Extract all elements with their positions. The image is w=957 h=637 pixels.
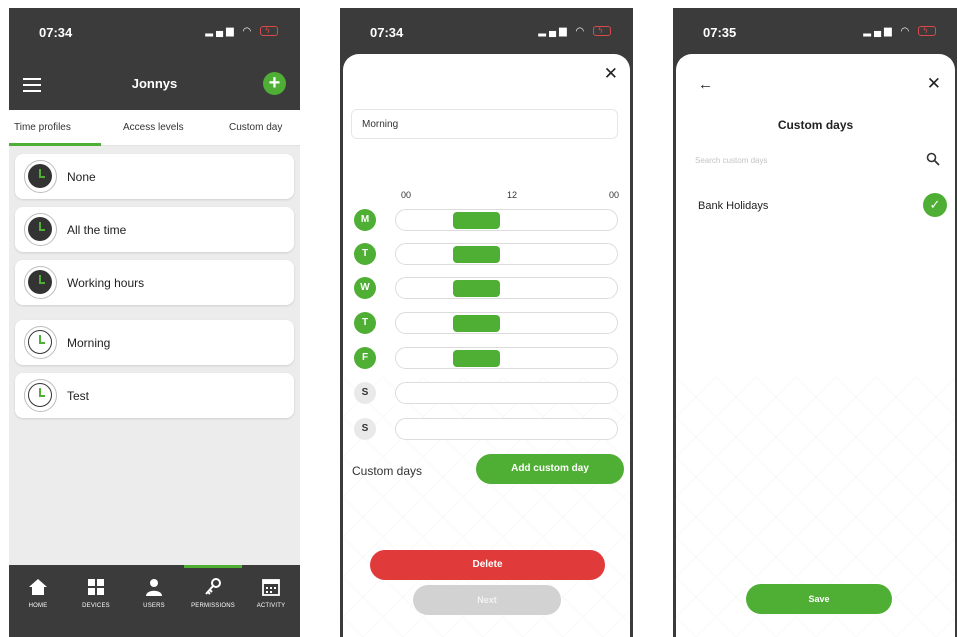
custom-day-item-label[interactable]: Bank Holidays <box>698 200 768 212</box>
schedule-track-saturday[interactable] <box>395 382 618 404</box>
status-icons: ▂▄▆ ◠ ϟ <box>538 26 611 37</box>
user-icon <box>125 577 183 599</box>
profile-label: Morning <box>67 336 111 350</box>
checkmark-icon[interactable]: ✓ <box>923 193 947 217</box>
profile-list: None All the time Working hours Morning … <box>9 146 300 565</box>
nav-activity[interactable]: ACTIVITY <box>242 577 300 609</box>
schedule-track-thursday[interactable] <box>395 312 618 334</box>
devices-icon <box>67 577 125 599</box>
home-icon <box>9 577 67 599</box>
tab-bar: Time profiles Access levels Custom day <box>9 110 300 146</box>
status-time: 07:34 <box>370 25 404 40</box>
schedule-block[interactable] <box>453 315 500 332</box>
status-bar: 07:35 ▂▄▆ ◠ ϟ <box>673 8 957 52</box>
nav-users[interactable]: USERS <box>125 577 183 609</box>
day-toggle-thursday[interactable]: T <box>354 312 376 334</box>
list-item[interactable]: None <box>15 154 294 199</box>
app-header: Jonnys + <box>9 60 300 110</box>
schedule-block[interactable] <box>453 212 500 229</box>
hour-label-end: 00 <box>609 190 620 200</box>
schedule-block[interactable] <box>453 350 500 367</box>
back-arrow-icon[interactable]: ← <box>698 76 713 93</box>
key-icon <box>184 577 242 599</box>
status-icons: ▂▄▆ ◠ ϟ <box>863 26 936 37</box>
schedule-track-friday[interactable] <box>395 347 618 369</box>
clock-filled-icon <box>24 266 57 299</box>
close-icon[interactable]: ✕ <box>927 74 941 94</box>
battery-icon: ϟ <box>593 26 611 37</box>
status-icons: ▂▄▆ ◠ ϟ <box>205 26 278 37</box>
search-input[interactable]: Search custom days <box>695 156 767 165</box>
tab-time-profiles[interactable]: Time profiles <box>14 122 71 133</box>
schedule-track-tuesday[interactable] <box>395 243 618 265</box>
profile-name-field[interactable]: Morning <box>351 109 618 139</box>
schedule-track-monday[interactable] <box>395 209 618 231</box>
profile-label: Test <box>67 389 90 403</box>
list-item[interactable]: Test <box>15 373 294 418</box>
custom-days-label: Custom days <box>352 464 423 478</box>
day-toggle-saturday[interactable]: S <box>354 382 376 404</box>
battery-icon: ϟ <box>918 26 936 37</box>
nav-selected-indicator <box>184 565 242 568</box>
clock-filled-icon <box>24 213 57 246</box>
schedule-block[interactable] <box>453 280 500 297</box>
status-time: 07:35 <box>703 25 737 40</box>
status-bar: 07:34 ▂▄▆ ◠ ϟ <box>340 8 633 52</box>
profile-label: None <box>67 170 96 184</box>
edit-sheet: ✕ Morning 00 12 00 M T W T F S S Custom … <box>343 54 630 637</box>
day-toggle-monday[interactable]: M <box>354 209 376 231</box>
day-toggle-friday[interactable]: F <box>354 347 376 369</box>
save-button[interactable]: Save <box>746 584 892 614</box>
add-custom-day-button[interactable]: Add custom day <box>476 454 624 484</box>
edit-profile-screen: 07:34 ▂▄▆ ◠ ϟ ✕ Morning 00 12 00 M T W T… <box>340 8 633 637</box>
battery-icon: ϟ <box>260 26 278 37</box>
add-profile-button[interactable]: + <box>263 72 286 95</box>
calendar-icon <box>242 577 300 599</box>
day-toggle-sunday[interactable]: S <box>354 418 376 440</box>
time-profiles-screen: 07:34 ▂▄▆ ◠ ϟ Jonnys + Time profiles Acc… <box>9 8 300 637</box>
hour-label-start: 00 <box>401 190 412 200</box>
day-toggle-tuesday[interactable]: T <box>354 243 376 265</box>
schedule-block[interactable] <box>453 246 500 263</box>
status-time: 07:34 <box>39 25 73 40</box>
close-icon[interactable]: ✕ <box>604 64 618 84</box>
tab-custom-day[interactable]: Custom day <box>229 122 282 133</box>
page-title: Custom days <box>777 118 854 132</box>
custom-days-sheet: ← ✕ Custom days Search custom days Bank … <box>676 54 955 637</box>
list-item[interactable]: Morning <box>15 320 294 365</box>
clock-outline-icon <box>24 379 57 412</box>
next-button[interactable]: Next <box>413 585 561 615</box>
nav-permissions[interactable]: PERMISSIONS <box>184 577 242 609</box>
profile-label: Working hours <box>67 276 145 290</box>
day-toggle-wednesday[interactable]: W <box>354 277 376 299</box>
nav-home[interactable]: HOME <box>9 577 67 609</box>
clock-filled-icon <box>24 160 57 193</box>
site-title: Jonnys <box>131 76 178 91</box>
delete-button[interactable]: Delete <box>370 550 605 580</box>
schedule-track-wednesday[interactable] <box>395 277 618 299</box>
profile-label: All the time <box>67 223 127 237</box>
nav-devices[interactable]: DEVICES <box>67 577 125 609</box>
tab-access-levels[interactable]: Access levels <box>123 122 184 133</box>
status-bar: 07:34 ▂▄▆ ◠ ϟ <box>9 8 300 52</box>
schedule-track-sunday[interactable] <box>395 418 618 440</box>
search-icon[interactable] <box>926 152 940 166</box>
list-item[interactable]: Working hours <box>15 260 294 305</box>
hour-label-mid: 12 <box>507 190 518 200</box>
list-item[interactable]: All the time <box>15 207 294 252</box>
bottom-nav: HOME DEVICES USERS PERMISSIONS ACTIVITY <box>9 565 300 637</box>
custom-days-screen: 07:35 ▂▄▆ ◠ ϟ ← ✕ Custom days Search cus… <box>673 8 957 637</box>
clock-outline-icon <box>24 326 57 359</box>
